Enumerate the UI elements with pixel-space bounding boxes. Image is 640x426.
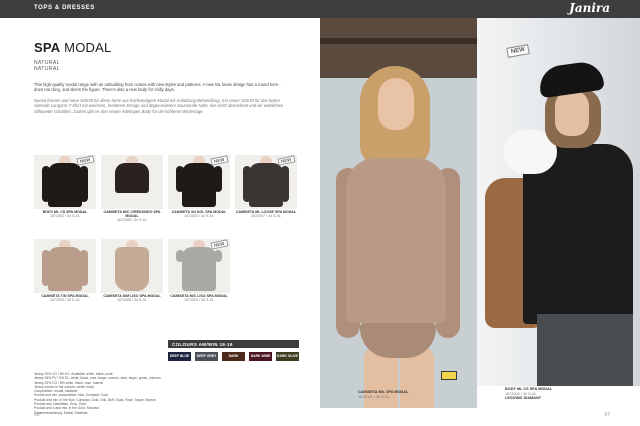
- product-image: [101, 155, 163, 209]
- product-image: NEW: [34, 155, 96, 209]
- page-number-right: 67: [604, 412, 610, 418]
- page-title: SPA MODAL: [34, 40, 111, 55]
- catalog-spread: TOPS & DRESSES Janira SPA MODAL NATURAL …: [0, 0, 640, 426]
- product-card[interactable]: CAMISETA T/N SPA MODAL 1672000 / 34 S-XL: [34, 239, 96, 305]
- note-line: Zusammensetzung: Modal, Elasthan: [34, 410, 88, 415]
- garment: [115, 247, 149, 291]
- product-ref: 1672003 / 34 S-XL: [184, 214, 214, 219]
- photo-caption-left: CAMISETA M/L SPA MODAL 1672001 / 34 S-XL: [358, 390, 458, 399]
- model-face: [378, 78, 414, 130]
- product-image: NEW: [168, 155, 230, 209]
- subtitle-2: NATURAL: [34, 66, 60, 72]
- swatch-dark-brown[interactable]: DARK BROWN: [222, 352, 245, 367]
- swatch-deep-grey[interactable]: DEEP GREY: [195, 352, 218, 361]
- swatch-dark-wine[interactable]: DARK WINE: [249, 352, 272, 361]
- product-image: [34, 239, 96, 293]
- garment: [48, 163, 82, 207]
- title-rest: MODAL: [60, 40, 112, 55]
- product-ref: 1672008 / 34 S-XL: [117, 298, 147, 303]
- product-ref: 1672007 / 34 S-XL: [251, 214, 281, 219]
- colours-panel: COLOURS AW/WIN 18-19 DEEP BLUE DEEP GREY…: [168, 340, 299, 367]
- product-card[interactable]: NEW CAMISETA 3/4 SOL SPA MODAL 1672003 / …: [168, 155, 230, 221]
- swatch-row: DEEP BLUE DEEP GREY DARK BROWN DARK WINE…: [168, 352, 299, 367]
- model-photo-black: NEW: [477, 18, 640, 386]
- note-line: Jersey 94% PV / 6% EL. white, black, ros…: [34, 376, 161, 381]
- product-caption: CAMISETA ML LOOSE SPA MODAL 1672007 / 34 …: [235, 210, 297, 218]
- garment: [182, 247, 216, 291]
- product-card[interactable]: NEW BODY ML CS SPA MODAL 1672002 / 34 S-X…: [34, 155, 96, 221]
- new-badge: NEW: [75, 155, 94, 166]
- product-ref: 1672000 / 34 S-XL: [50, 298, 80, 303]
- product-caption: CAMISETA T/N SPA MODAL 1672000 / 34 S-XL: [34, 294, 96, 302]
- garment: [115, 163, 149, 193]
- model-skirt: [537, 314, 633, 386]
- model-photo-nude: [320, 18, 477, 408]
- new-badge: NEW: [209, 155, 228, 166]
- swatch-deep-blue[interactable]: DEEP BLUE: [168, 352, 191, 361]
- product-card[interactable]: CAMISETA S/M LISO SPA MODAL 1672008 / 34 …: [101, 239, 163, 305]
- left-page: SPA MODAL NATURAL NATURAL This high-qual…: [0, 18, 320, 426]
- colours-header: COLOURS AW/WIN 18-19: [168, 340, 299, 348]
- model-face: [555, 90, 589, 136]
- product-caption: CAMISETA 3/4 SOL SPA MODAL 1672003 / 34 S…: [168, 210, 230, 218]
- page-number-left: 66: [34, 412, 40, 418]
- product-caption: CAMISETA M/C LISO SPA MODAL 1672004 / 34 …: [168, 294, 230, 302]
- description-en: This high-quality modal range with an un…: [34, 82, 281, 93]
- product-caption: CAMISETA M/C C/REDONDO SPA MODAL 1672006 …: [101, 210, 163, 223]
- top-bar: TOPS & DRESSES Janira: [0, 0, 640, 18]
- new-badge: NEW: [276, 155, 295, 166]
- product-card[interactable]: NEW CAMISETA ML LOOSE SPA MODAL 1672007 /…: [235, 155, 297, 221]
- brand-seal-icon: [441, 371, 457, 380]
- model-top: [346, 158, 446, 323]
- photo-caption-extra: LEGGING DIAMANT: [505, 396, 542, 401]
- new-badge: NEW: [209, 239, 228, 250]
- product-image: [101, 239, 163, 293]
- product-image: NEW: [235, 155, 297, 209]
- product-card[interactable]: NEW CAMISETA M/C LISO SPA MODAL 1672004 /…: [168, 239, 230, 305]
- product-caption: CAMISETA S/M LISO SPA MODAL 1672008 / 34 …: [101, 294, 163, 302]
- title-bold: SPA: [34, 40, 61, 55]
- swatch-dark-olive[interactable]: DARK OLIVE: [276, 352, 299, 361]
- section-label: TOPS & DRESSES: [34, 5, 95, 11]
- garment: [182, 163, 216, 207]
- wood-beam: [320, 38, 477, 44]
- garment: [249, 163, 283, 207]
- photo-caption-ref: 1672001 / 34 S-XL: [358, 394, 390, 399]
- product-ref: 1672002 / 34 S-XL: [50, 214, 80, 219]
- product-image: NEW: [168, 239, 230, 293]
- composition-notes: Jersey 92% CO / 8% EL. Available: white,…: [34, 372, 174, 415]
- garment: [48, 247, 82, 291]
- brand-logo: Janira: [569, 1, 610, 15]
- product-card[interactable]: CAMISETA M/C C/REDONDO SPA MODAL 1672006 …: [101, 155, 163, 223]
- product-ref: 1672006 / 34 S-XL: [117, 218, 147, 223]
- photo-caption-right: BODY ML CS SPA MODAL 1672002 / 34 S-XL L…: [505, 387, 615, 401]
- description-es: Nueva formen and neue Schnitt für diese …: [34, 98, 284, 114]
- product-ref: 1672004 / 34 S-XL: [184, 298, 214, 303]
- product-caption: BODY ML CS SPA MODAL 1672002 / 34 S-XL: [34, 210, 96, 218]
- product-name: CAMISETA M/C C/REDONDO SPA MODAL: [103, 210, 161, 219]
